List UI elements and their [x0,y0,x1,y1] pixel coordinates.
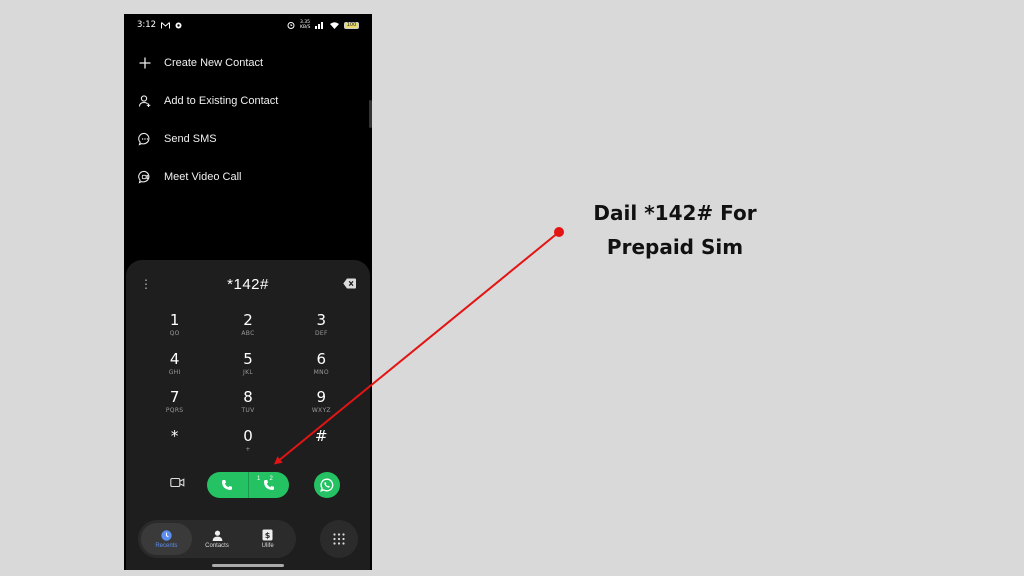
annotation-line-2: Prepaid Sim [606,235,744,259]
menu-item-label: Meet Video Call [164,171,242,183]
key-4[interactable]: 4 GHI [138,349,211,390]
ulife-icon: $ [262,529,273,541]
sim2-badge: 2 [269,476,273,482]
key-letters: JKL [243,368,253,376]
menu-item-meet-video-call[interactable]: Meet Video Call [124,158,372,196]
key-letters: PQRS [165,407,184,414]
key-9[interactable]: 9 WXYZ [285,389,358,428]
nav-label: Recents [155,542,178,549]
status-time: 3:12 [137,20,157,30]
nav-label: Ulife [261,543,274,549]
status-left: 3:12 [137,20,182,30]
gmail-icon [161,21,171,28]
annotation-line-1: Dail *142# For [593,201,757,225]
call-sim1-button[interactable]: 1 [207,472,260,498]
key-digit: 9 [316,388,327,406]
key-digit: 4 [169,349,180,368]
key-letters: WXYZ [311,407,331,414]
call-actions-row: 1 2 [126,470,370,500]
key-digit: 8 [243,388,253,406]
whatsapp-call-button[interactable] [314,472,340,498]
phone-screen: 3:12 3.35 KB/S 100 Create New Contact Ad… [124,14,372,570]
status-bar: 3:12 3.35 KB/S 100 [124,14,372,36]
call-button-group: 1 2 [207,472,289,498]
key-letters: TUV [241,407,255,414]
menu-item-create-new-contact[interactable]: Create New Contact [124,44,372,82]
plus-icon [139,57,151,69]
dial-input-row: ⋮ *142# [126,272,370,296]
person-icon [212,530,222,541]
key-0[interactable]: 0 + [211,426,284,467]
nav-contacts[interactable]: Contacts [192,523,243,555]
nav-recents[interactable]: Recents [141,523,192,555]
key-letters: ABC [241,330,255,337]
key-digit: * [170,426,179,445]
backspace-icon[interactable] [343,278,356,289]
key-3[interactable]: 3 DEF [285,312,358,351]
keypad: 1 QO 2 ABC 3 DEF 4 GHI 5 JKL 6 MNO 7 PQRS 8 TUV … [138,312,358,466]
call-sim2-button[interactable]: 2 [249,472,290,498]
alarm-icon [287,22,295,29]
key-7[interactable]: 7 PQRS [138,389,211,428]
key-digit: 7 [169,388,180,406]
key-letters: + [245,445,251,453]
dialed-number[interactable]: *142# [227,276,269,293]
key-digit: # [315,426,328,445]
key-digit: 3 [316,311,327,329]
key-letters: MNO [313,368,329,376]
home-indicator[interactable] [212,564,284,567]
key-star[interactable]: * [138,426,211,467]
message-icon [138,132,150,146]
key-hash[interactable]: # [285,426,358,467]
key-digit: 0 [243,426,253,445]
more-options-icon[interactable]: ⋮ [140,278,152,290]
video-call-icon [138,170,150,184]
nav-ulife[interactable]: $ Ulife [242,523,293,555]
whatsapp-icon [320,478,334,492]
key-8[interactable]: 8 TUV [211,389,284,428]
phone-icon [222,480,233,490]
key-digit: 2 [243,311,253,329]
bottom-navigation: Recents Contacts $ Ulife [138,520,296,558]
dialpad-grid-icon [333,533,345,545]
menu-item-add-to-existing-contact[interactable]: Add to Existing Contact [124,82,372,120]
status-right: 3.35 KB/S 100 [287,20,359,30]
person-add-icon [138,95,151,107]
notification-icon [175,22,182,28]
wifi-icon [330,21,339,29]
dialer-options-menu: Create New Contact Add to Existing Conta… [124,44,372,196]
clock-icon [161,529,172,541]
key-1[interactable]: 1 QO [138,312,211,351]
dialpad-toggle-button[interactable] [320,520,358,558]
svg-text:$: $ [265,531,271,540]
menu-item-send-sms[interactable]: Send SMS [124,120,372,158]
key-5[interactable]: 5 JKL [211,349,284,390]
battery-icon: 100 [344,21,359,29]
key-letters: DEF [314,330,328,337]
annotation-text: Dail *142# For Prepaid Sim [560,196,790,264]
key-letters: GHI [168,368,181,376]
menu-item-label: Send SMS [164,133,217,145]
menu-item-label: Create New Contact [164,57,264,69]
signal-icon [315,21,323,29]
key-digit: 1 [169,311,180,329]
key-letters: QO [169,330,180,337]
nav-label: Contacts [205,542,229,549]
video-call-button-icon[interactable] [170,477,185,488]
network-speed: 3.35 KB/S [300,20,311,30]
key-2[interactable]: 2 ABC [211,312,284,351]
key-digit: 5 [243,349,253,368]
key-6[interactable]: 6 MNO [285,349,358,390]
dialpad-panel: ⋮ *142# 1 QO 2 ABC 3 DEF 4 GHI 5 JKL 6 MNO 7 PQ… [126,260,370,570]
scrollbar[interactable] [369,100,372,128]
key-digit: 6 [316,349,327,368]
menu-item-label: Add to Existing Contact [164,95,279,107]
